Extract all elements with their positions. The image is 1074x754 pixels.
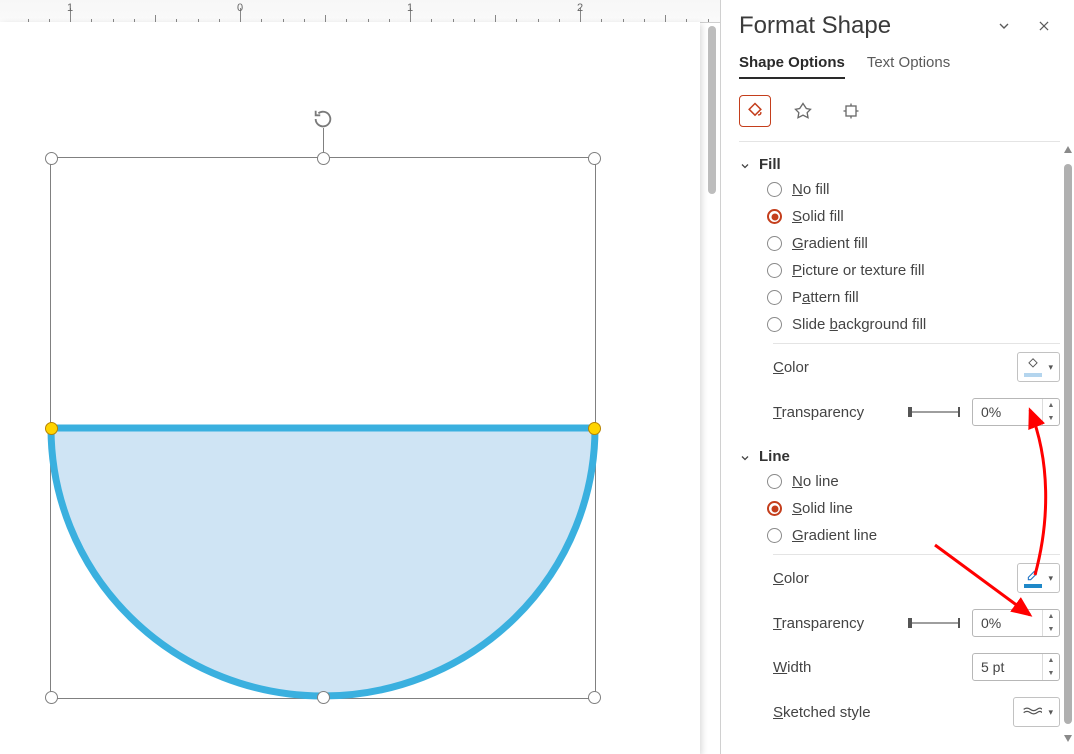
radio-icon [767, 263, 782, 278]
ruler-label: 1 [407, 2, 413, 14]
shape-selection-box[interactable] [50, 157, 596, 699]
resize-handle-br[interactable] [588, 691, 601, 704]
panel-header: Format Shape [721, 0, 1074, 48]
panel-title: Format Shape [739, 12, 976, 40]
fill-transparency-row: Transparency 0% ▲▼ [739, 390, 1060, 434]
spin-down-icon[interactable]: ▼ [1043, 412, 1059, 425]
slide-canvas[interactable]: 10123 [0, 0, 720, 754]
sketched-style-button[interactable]: ▾ [1013, 697, 1060, 727]
size-properties-tab-icon[interactable] [835, 95, 867, 127]
fill-option-picture-fill[interactable]: Picture or texture fill [767, 262, 1060, 279]
paint-bucket-icon [1024, 357, 1042, 377]
rotate-connector [323, 128, 324, 152]
line-transparency-row: Transparency 0% ▲▼ [739, 601, 1060, 645]
fill-transparency-value: 0% [973, 404, 1042, 420]
format-shape-panel: Format Shape Shape Options Text Options [720, 0, 1074, 754]
fill-color-row: Color ▾ [739, 344, 1060, 390]
transparency-slider[interactable] [906, 405, 962, 419]
tab-text-options[interactable]: Text Options [867, 48, 950, 79]
spin-up-icon[interactable]: ▲ [1043, 610, 1059, 623]
chevron-down-icon [739, 159, 751, 171]
chevron-down-icon: ▾ [1046, 573, 1055, 584]
chevron-down-icon: ▾ [1046, 707, 1055, 718]
spin-up-icon[interactable]: ▲ [1043, 654, 1059, 667]
radio-icon [767, 474, 782, 489]
radio-icon [767, 290, 782, 305]
section-line-header[interactable]: Line [739, 434, 1060, 473]
section-fill-header[interactable]: Fill [739, 142, 1060, 181]
app-root: 10123 [0, 0, 1074, 754]
line-color-row: Color ▾ [739, 555, 1060, 601]
resize-handle-tm[interactable] [317, 152, 330, 165]
panel-tabs: Shape Options Text Options [721, 48, 1074, 89]
horizontal-ruler: 10123 [0, 0, 720, 23]
radio-icon [767, 501, 782, 516]
line-width-value: 5 pt [973, 659, 1042, 675]
fill-radio-group: No fill Solid fill Gradient fill Picture… [739, 181, 1060, 333]
line-transparency-value: 0% [973, 615, 1042, 631]
ruler-label: 0 [237, 2, 243, 14]
fill-option-gradient-fill[interactable]: Gradient fill [767, 235, 1060, 252]
line-option-solid-line[interactable]: Solid line [767, 500, 1060, 517]
ruler-label: 2 [577, 2, 583, 14]
line-color-button[interactable]: ▾ [1017, 563, 1060, 593]
radio-icon [767, 182, 782, 197]
spin-up-icon[interactable]: ▲ [1043, 399, 1059, 412]
close-panel-icon[interactable] [1032, 14, 1056, 38]
section-fill-label: Fill [759, 156, 781, 173]
fill-option-solid-fill[interactable]: Solid fill [767, 208, 1060, 225]
fill-line-tab-icon[interactable] [739, 95, 771, 127]
spin-down-icon[interactable]: ▼ [1043, 667, 1059, 680]
sketched-style-row: Sketched style ▾ [739, 689, 1060, 735]
transparency-slider[interactable] [906, 616, 962, 630]
radio-icon [767, 209, 782, 224]
resize-handle-bl[interactable] [45, 691, 58, 704]
fill-option-no-fill[interactable]: No fill [767, 181, 1060, 198]
section-line-label: Line [759, 448, 790, 465]
canvas-vertical-scrollbar[interactable] [708, 26, 716, 194]
line-width-row: Width 5 pt ▲▼ [739, 645, 1060, 689]
fill-option-slide-bg-fill[interactable]: Slide background fill [767, 316, 1060, 333]
fill-option-pattern-fill[interactable]: Pattern fill [767, 289, 1060, 306]
panel-vertical-scrollbar[interactable] [1064, 164, 1072, 724]
chevron-down-icon: ▾ [1046, 362, 1055, 373]
rotate-handle-icon[interactable] [312, 108, 334, 130]
slide-page [0, 22, 700, 754]
panel-body: Fill No fill Solid fill Gradient fill [721, 142, 1074, 754]
radio-icon [767, 236, 782, 251]
category-icon-tabs [721, 89, 1074, 131]
pen-icon [1024, 568, 1042, 588]
resize-handle-tr[interactable] [588, 152, 601, 165]
fill-transparency-input[interactable]: 0% ▲▼ [972, 398, 1060, 426]
spin-down-icon[interactable]: ▼ [1043, 623, 1059, 636]
line-option-no-line[interactable]: No line [767, 473, 1060, 490]
effects-tab-icon[interactable] [787, 95, 819, 127]
ruler-label: 1 [67, 2, 73, 14]
chevron-down-icon [739, 451, 751, 463]
adjust-handle-left[interactable] [45, 422, 58, 435]
radio-icon [767, 528, 782, 543]
collapse-panel-icon[interactable] [992, 14, 1016, 38]
line-width-input[interactable]: 5 pt ▲▼ [972, 653, 1060, 681]
half-ellipse-shape[interactable] [51, 428, 595, 698]
wave-icon [1022, 704, 1042, 721]
line-radio-group: No line Solid line Gradient line [739, 473, 1060, 544]
line-transparency-input[interactable]: 0% ▲▼ [972, 609, 1060, 637]
resize-handle-bm[interactable] [317, 691, 330, 704]
resize-handle-tl[interactable] [45, 152, 58, 165]
radio-icon [767, 317, 782, 332]
fill-color-button[interactable]: ▾ [1017, 352, 1060, 382]
adjust-handle-right[interactable] [588, 422, 601, 435]
line-option-gradient-line[interactable]: Gradient line [767, 527, 1060, 544]
tab-shape-options[interactable]: Shape Options [739, 48, 845, 79]
